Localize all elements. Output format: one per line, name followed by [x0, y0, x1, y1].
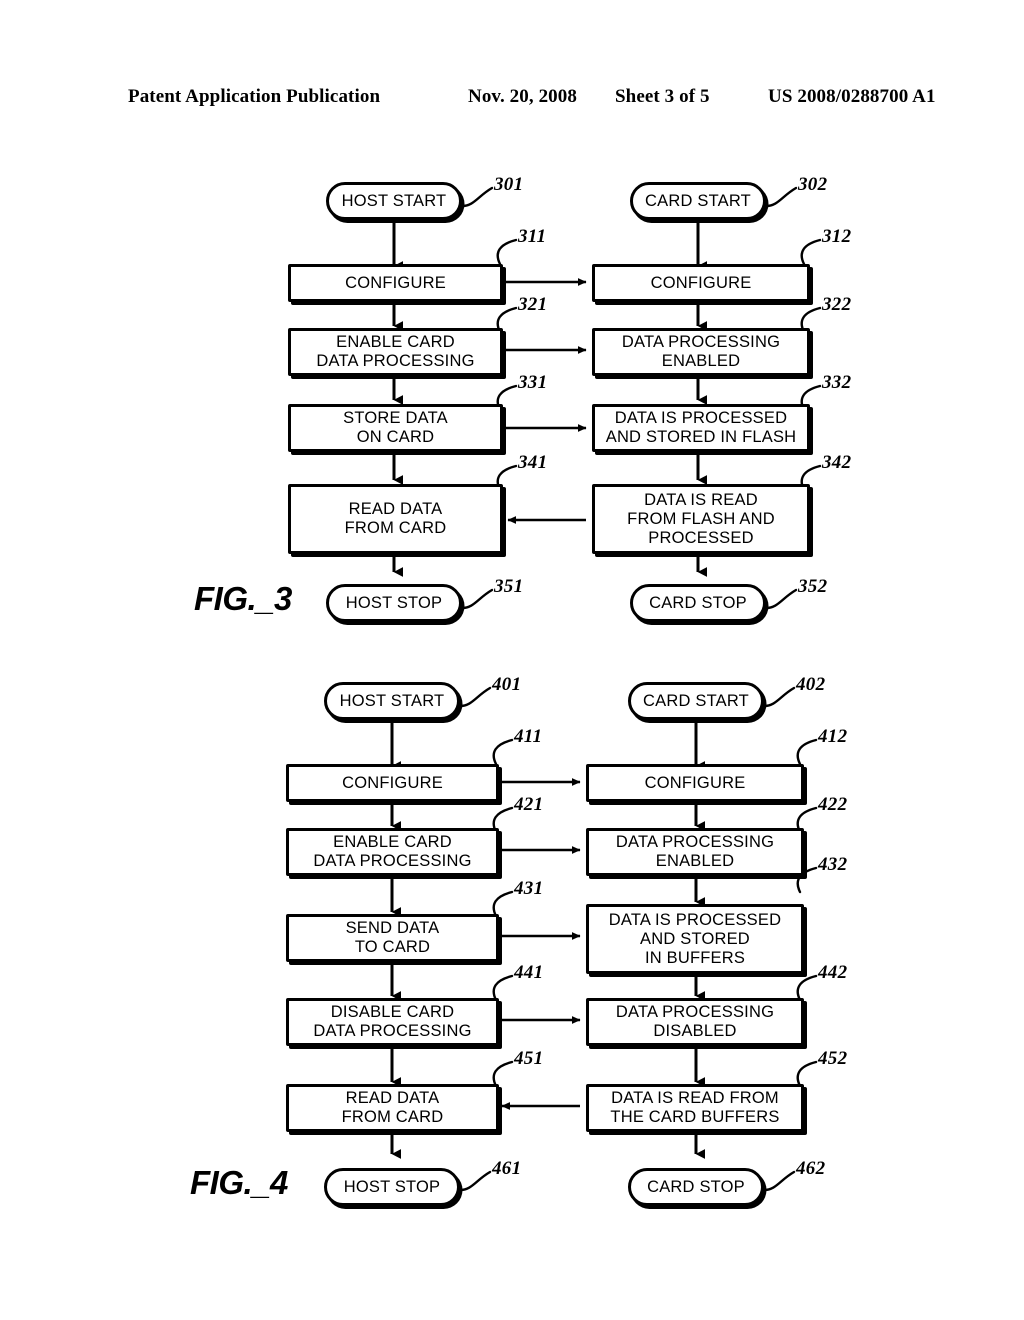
node-card-start[interactable]: CARD START [628, 682, 764, 720]
ref-442: 442 [818, 962, 848, 983]
node-card-stop[interactable]: CARD STOP [630, 584, 766, 622]
node-card-start[interactable]: CARD START [630, 182, 766, 220]
ref-411: 411 [514, 726, 543, 747]
node-card-data-processing-disabled[interactable]: DATA PROCESSING DISABLED [586, 998, 804, 1046]
node-host-stop[interactable]: HOST STOP [324, 1168, 460, 1206]
node-card-configure[interactable]: CONFIGURE [586, 764, 804, 802]
header-date: Nov. 20, 2008 [468, 86, 577, 107]
ref-462: 462 [796, 1158, 826, 1179]
node-card-data-processing-enabled[interactable]: DATA PROCESSING ENABLED [592, 328, 810, 376]
ref-301: 301 [494, 174, 524, 195]
figure-3: HOST START CONFIGURE ENABLE CARD DATA PR… [0, 160, 1024, 640]
node-host-enable-card-data-processing[interactable]: ENABLE CARD DATA PROCESSING [288, 328, 503, 376]
ref-302: 302 [798, 174, 828, 195]
node-host-read-data-from-card[interactable]: READ DATA FROM CARD [288, 484, 503, 554]
ref-332: 332 [822, 372, 852, 393]
figure-4: HOST START CONFIGURE ENABLE CARD DATA PR… [0, 660, 1024, 1220]
node-card-configure[interactable]: CONFIGURE [592, 264, 810, 302]
ref-422: 422 [818, 794, 848, 815]
node-card-data-stored-in-flash[interactable]: DATA IS PROCESSED AND STORED IN FLASH [592, 404, 810, 452]
ref-452: 452 [818, 1048, 848, 1069]
figure-3-caption: FIG._3 [194, 580, 292, 617]
header-patent-number: US 2008/0288700 A1 [768, 86, 936, 107]
figure-3-connectors [392, 186, 822, 610]
ref-441: 441 [514, 962, 544, 983]
ref-412: 412 [818, 726, 848, 747]
header-sheet-number: Sheet 3 of 5 [615, 86, 710, 107]
ref-351: 351 [494, 576, 524, 597]
node-card-stop[interactable]: CARD STOP [628, 1168, 764, 1206]
node-host-stop[interactable]: HOST STOP [326, 584, 462, 622]
ref-461: 461 [492, 1158, 522, 1179]
node-card-data-read-from-buffers[interactable]: DATA IS READ FROM THE CARD BUFFERS [586, 1084, 804, 1132]
node-host-store-data-on-card[interactable]: STORE DATA ON CARD [288, 404, 503, 452]
node-host-send-data-to-card[interactable]: SEND DATA TO CARD [286, 914, 499, 962]
ref-312: 312 [822, 226, 852, 247]
ref-322: 322 [822, 294, 852, 315]
node-host-disable-card-data-processing[interactable]: DISABLE CARD DATA PROCESSING [286, 998, 499, 1046]
ref-311: 311 [518, 226, 547, 247]
ref-331: 331 [518, 372, 548, 393]
page-header: Patent Application Publication Nov. 20, … [128, 86, 935, 112]
node-host-configure[interactable]: CONFIGURE [288, 264, 503, 302]
ref-432: 432 [818, 854, 848, 875]
node-host-start[interactable]: HOST START [326, 182, 462, 220]
node-card-data-processing-enabled[interactable]: DATA PROCESSING ENABLED [586, 828, 804, 876]
ref-431: 431 [514, 878, 544, 899]
ref-341: 341 [518, 452, 548, 473]
node-host-configure[interactable]: CONFIGURE [286, 764, 499, 802]
node-host-read-data-from-card[interactable]: READ DATA FROM CARD [286, 1084, 499, 1132]
ref-321: 321 [518, 294, 548, 315]
figure-4-caption: FIG._4 [190, 1164, 288, 1201]
ref-342: 342 [822, 452, 852, 473]
figure-4-connectors [390, 686, 818, 1192]
ref-402: 402 [796, 674, 826, 695]
ref-421: 421 [514, 794, 544, 815]
node-host-enable-card-data-processing[interactable]: ENABLE CARD DATA PROCESSING [286, 828, 499, 876]
ref-451: 451 [514, 1048, 544, 1069]
node-card-data-read-from-flash[interactable]: DATA IS READ FROM FLASH AND PROCESSED [592, 484, 810, 554]
ref-401: 401 [492, 674, 522, 695]
node-card-data-stored-in-buffers[interactable]: DATA IS PROCESSED AND STORED IN BUFFERS [586, 904, 804, 974]
node-host-start[interactable]: HOST START [324, 682, 460, 720]
ref-352: 352 [798, 576, 828, 597]
header-publication: Patent Application Publication [128, 86, 381, 107]
